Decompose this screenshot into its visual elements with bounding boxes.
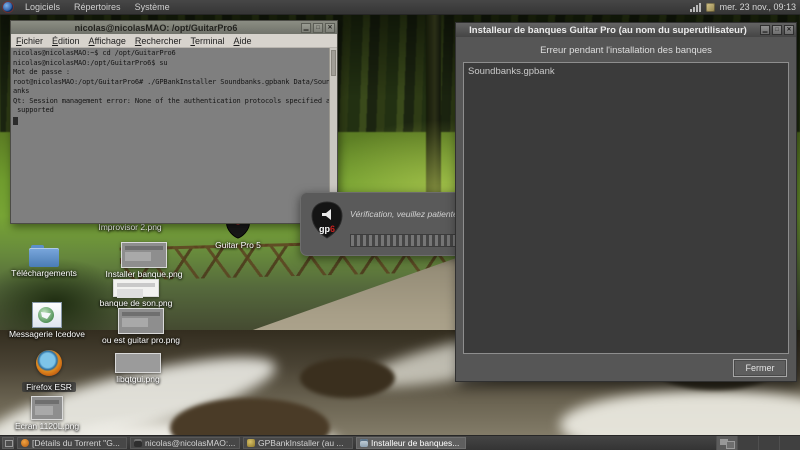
show-desktop-button[interactable] bbox=[2, 437, 14, 449]
close-icon[interactable]: ✕ bbox=[325, 22, 335, 33]
image-thumbnail-icon bbox=[31, 396, 63, 420]
terminal-cursor bbox=[13, 116, 18, 125]
desktop-icon-messagerie-icedove[interactable]: Messagerie Icedove bbox=[3, 302, 91, 339]
desktop-icon-libqtgui[interactable]: libqtgui.png bbox=[94, 353, 182, 384]
taskbar-button-torrent[interactable]: [Détails du Torrent "G... bbox=[17, 437, 127, 449]
image-thumbnail-icon bbox=[118, 308, 164, 334]
dialog-titlebar[interactable]: Installeur de banques Guitar Pro (au nom… bbox=[456, 23, 796, 37]
taskbar-button-label: GPBankInstaller (au ... bbox=[258, 438, 344, 448]
taskbar-button-terminal[interactable]: nicolas@nicolasMAO:... bbox=[130, 437, 240, 449]
close-icon[interactable]: ✕ bbox=[784, 25, 794, 35]
torrent-app-icon bbox=[21, 439, 29, 447]
menu-systeme[interactable]: Système bbox=[128, 0, 177, 14]
terminal-line: supported bbox=[13, 106, 54, 114]
menu-fichier[interactable]: Fichier bbox=[16, 36, 43, 46]
soundbank-list[interactable]: Soundbanks.gpbank bbox=[463, 62, 789, 354]
installer-window-icon bbox=[360, 439, 368, 447]
desktop-icon-label: Ecran 1120L.png bbox=[14, 421, 80, 431]
menu-aide[interactable]: Aide bbox=[233, 36, 251, 46]
workspace-2[interactable] bbox=[737, 436, 758, 450]
image-thumbnail-icon bbox=[113, 279, 159, 298]
desktop-icon-ou-est-guitar-pro[interactable]: ou est guitar pro.png bbox=[97, 308, 185, 345]
desktop-icon-label: banque de son.png bbox=[99, 298, 173, 308]
menu-logiciels[interactable]: Logiciels bbox=[18, 0, 67, 14]
taskbar-button-label: nicolas@nicolasMAO:... bbox=[145, 438, 236, 448]
desktop-screen: Téléchargements Improvisor 2.png Guitar … bbox=[0, 0, 800, 450]
desktop-icon-label: libqtgui.png bbox=[116, 374, 160, 384]
terminal-app-icon bbox=[134, 439, 142, 447]
network-signal-icon[interactable] bbox=[689, 2, 701, 12]
dialog-title: Installeur de banques Guitar Pro (au nom… bbox=[469, 24, 747, 36]
wallpaper-rock bbox=[300, 358, 395, 398]
terminal-titlebar[interactable]: nicolas@nicolasMAO: /opt/GuitarPro6 ▁ □ … bbox=[11, 21, 337, 34]
folder-icon bbox=[29, 245, 59, 267]
icedove-mail-icon bbox=[32, 302, 62, 328]
taskbar-button-label: Installeur de banques... bbox=[371, 438, 460, 448]
minimize-icon[interactable]: ▁ bbox=[760, 25, 770, 35]
svg-text:6: 6 bbox=[330, 224, 335, 234]
terminal-line: Mot de passe : bbox=[13, 68, 74, 76]
desktop-icon-label: Téléchargements bbox=[11, 268, 77, 278]
minimize-icon[interactable]: ▁ bbox=[301, 22, 311, 33]
terminal-line: nicolas@nicolasMAO:/opt/GuitarPro6$ su bbox=[13, 58, 168, 67]
image-thumbnail-icon bbox=[121, 242, 167, 268]
taskbar: [Détails du Torrent "G... nicolas@nicola… bbox=[0, 435, 800, 450]
bank-installer-dialog[interactable]: Installeur de banques Guitar Pro (au nom… bbox=[455, 22, 797, 382]
scrollbar-thumb[interactable] bbox=[331, 50, 336, 76]
maximize-icon[interactable]: □ bbox=[313, 22, 323, 33]
desktop-icon-installer-banque[interactable]: Installer banque.png bbox=[100, 242, 188, 279]
dialog-error-message: Erreur pendant l'installation des banque… bbox=[540, 45, 712, 56]
fermer-button[interactable]: Fermer bbox=[733, 358, 787, 377]
notification-tray-icon[interactable] bbox=[705, 2, 715, 12]
gpbankinstaller-app-icon bbox=[247, 439, 255, 447]
workspace-1[interactable] bbox=[716, 436, 737, 450]
terminal-window[interactable]: nicolas@nicolasMAO: /opt/GuitarPro6 ▁ □ … bbox=[10, 20, 338, 224]
panel-tray: mer. 23 nov., 09:13 bbox=[689, 2, 800, 12]
firefox-icon bbox=[36, 350, 62, 376]
desktop-icon-banque-de-son[interactable]: banque de son.png bbox=[92, 279, 180, 308]
desktop-icon-label: Installer banque.png bbox=[105, 269, 183, 279]
verification-message: Vérification, veuillez patienter... bbox=[350, 209, 468, 219]
image-thumbnail-icon bbox=[115, 353, 161, 373]
menu-repertoires[interactable]: Répertoires bbox=[67, 0, 128, 14]
clock: mer. 23 nov., 09:13 bbox=[719, 2, 796, 12]
desktop-icon-label: Firefox ESR bbox=[22, 382, 76, 392]
menu-affichage[interactable]: Affichage bbox=[89, 36, 126, 46]
svg-text:gp: gp bbox=[319, 224, 330, 234]
terminal-menubar: Fichier Édition Affichage Rechercher Ter… bbox=[11, 34, 337, 48]
taskbar-button-gpbankinstaller[interactable]: GPBankInstaller (au ... bbox=[243, 437, 353, 449]
taskbar-button-installeur[interactable]: Installeur de banques... bbox=[356, 437, 466, 449]
soundbank-list-item[interactable]: Soundbanks.gpbank bbox=[468, 66, 784, 77]
menu-edition[interactable]: Édition bbox=[52, 36, 80, 46]
workspace-4[interactable] bbox=[779, 436, 800, 450]
maximize-icon[interactable]: □ bbox=[772, 25, 782, 35]
workspace-switcher bbox=[716, 436, 800, 450]
gp6-logo-icon: gp 6 bbox=[311, 201, 343, 239]
terminal-line: nicolas@nicolasMAO:~$ cd /opt/GuitarPro6 bbox=[13, 49, 176, 57]
desktop-icon-label: ou est guitar pro.png bbox=[102, 335, 180, 345]
top-panel: Logiciels Répertoires Système mer. 23 no… bbox=[0, 0, 800, 15]
dialog-button-row: Fermer bbox=[456, 354, 796, 381]
menu-terminal[interactable]: Terminal bbox=[190, 36, 224, 46]
desktop-icon-ecran-1120l[interactable]: Ecran 1120L.png bbox=[3, 396, 91, 431]
desktop-icon-label: Guitar Pro 5 bbox=[215, 240, 261, 250]
taskbar-button-label: [Détails du Torrent "G... bbox=[32, 438, 120, 448]
terminal-title: nicolas@nicolasMAO: /opt/GuitarPro6 bbox=[74, 22, 238, 33]
desktop-icon-telechargements[interactable]: Téléchargements bbox=[0, 245, 88, 278]
menu-rechercher[interactable]: Rechercher bbox=[135, 36, 182, 46]
terminal-output[interactable]: nicolas@nicolasMAO:~$ cd /opt/GuitarPro6… bbox=[11, 48, 337, 223]
desktop-icon-label: Messagerie Icedove bbox=[8, 329, 86, 339]
desktop-icon-firefox-esr[interactable]: Firefox ESR bbox=[5, 350, 93, 395]
applications-menu-icon[interactable] bbox=[3, 2, 13, 12]
terminal-line: Qt: Session management error: None of th… bbox=[13, 96, 337, 105]
workspace-3[interactable] bbox=[758, 436, 779, 450]
terminal-line: anks bbox=[13, 87, 30, 95]
terminal-line: root@nicolasMAO:/opt/GuitarPro6# ./GPBan… bbox=[13, 77, 337, 86]
